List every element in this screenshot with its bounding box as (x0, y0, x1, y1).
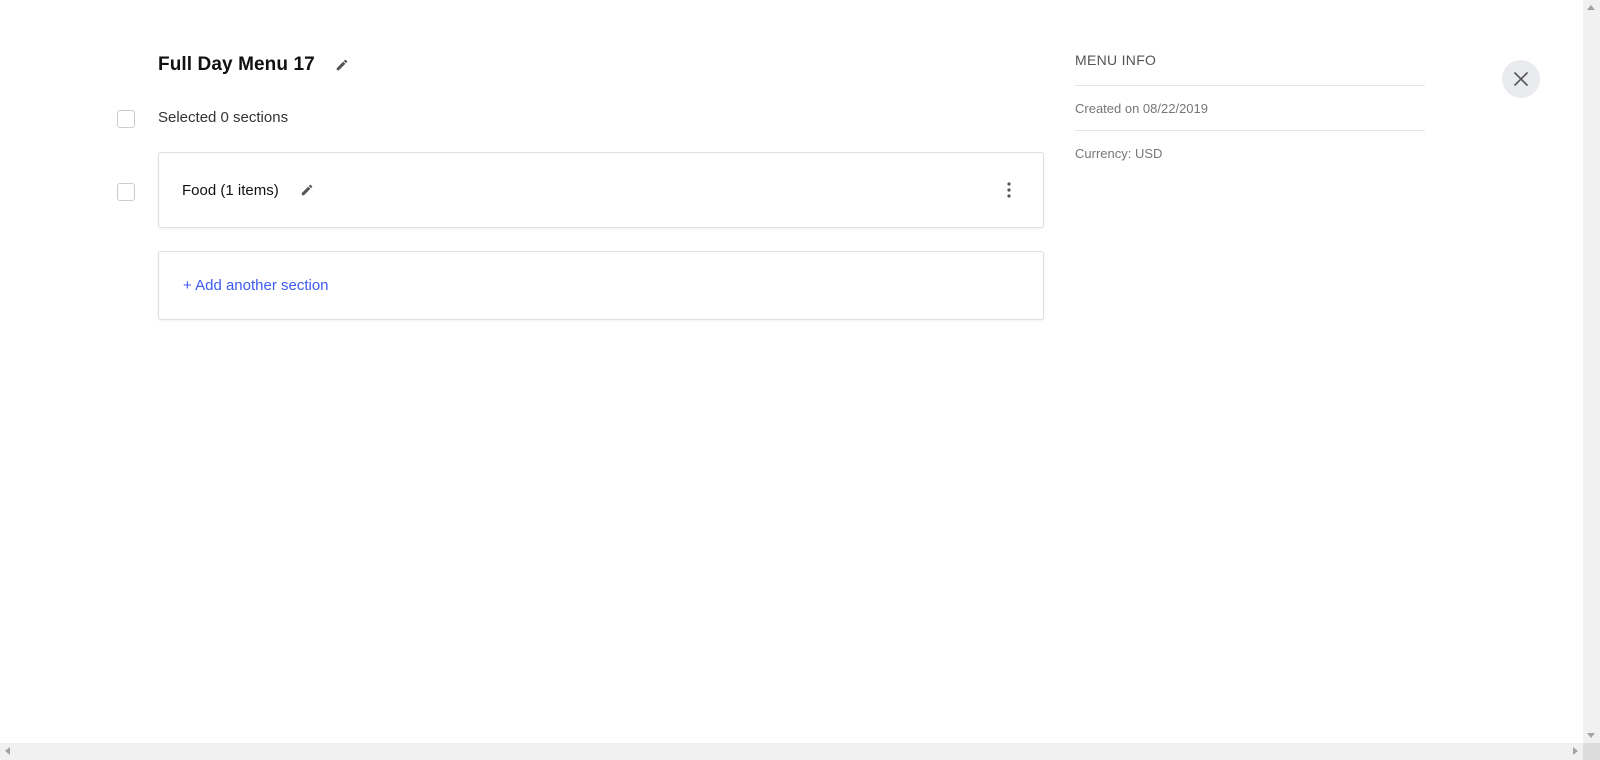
scroll-right-arrow-icon[interactable] (1573, 747, 1578, 755)
edit-menu-title-button[interactable] (331, 54, 353, 76)
pencil-icon (336, 59, 348, 71)
scroll-down-arrow-icon[interactable] (1587, 733, 1595, 738)
menu-info-heading: MENU INFO (1075, 52, 1425, 86)
section-card-food[interactable]: Food (1 items) (158, 152, 1044, 228)
section-more-button[interactable] (999, 178, 1019, 202)
add-section-card[interactable]: + Add another section (158, 251, 1044, 320)
section-name: Food (1 items) (182, 181, 279, 199)
scroll-left-arrow-icon[interactable] (5, 747, 10, 755)
select-all-checkbox[interactable] (117, 110, 135, 128)
close-icon (1514, 72, 1528, 86)
scrollbar-corner (1583, 743, 1600, 760)
pencil-icon (301, 184, 312, 196)
scroll-up-arrow-icon[interactable] (1587, 5, 1595, 10)
edit-section-button[interactable] (296, 179, 318, 201)
close-button[interactable] (1502, 60, 1540, 98)
menu-title: Full Day Menu 17 (158, 54, 315, 75)
add-section-link[interactable]: + Add another section (183, 277, 329, 294)
menu-info-panel: MENU INFO Created on 08/22/2019 Currency… (1075, 52, 1425, 175)
created-date: Created on 08/22/2019 (1075, 86, 1425, 131)
more-vertical-icon (1007, 182, 1011, 198)
vertical-scrollbar[interactable] (1583, 0, 1600, 743)
selected-count-text: Selected 0 sections (158, 109, 289, 126)
horizontal-scrollbar[interactable] (0, 743, 1583, 760)
menu-editor-page: Full Day Menu 17 Selected 0 sections Foo… (0, 0, 1600, 760)
currency: Currency: USD (1075, 146, 1163, 161)
menu-title-row: Full Day Menu 17 (158, 50, 353, 80)
section-checkbox[interactable] (117, 183, 135, 201)
